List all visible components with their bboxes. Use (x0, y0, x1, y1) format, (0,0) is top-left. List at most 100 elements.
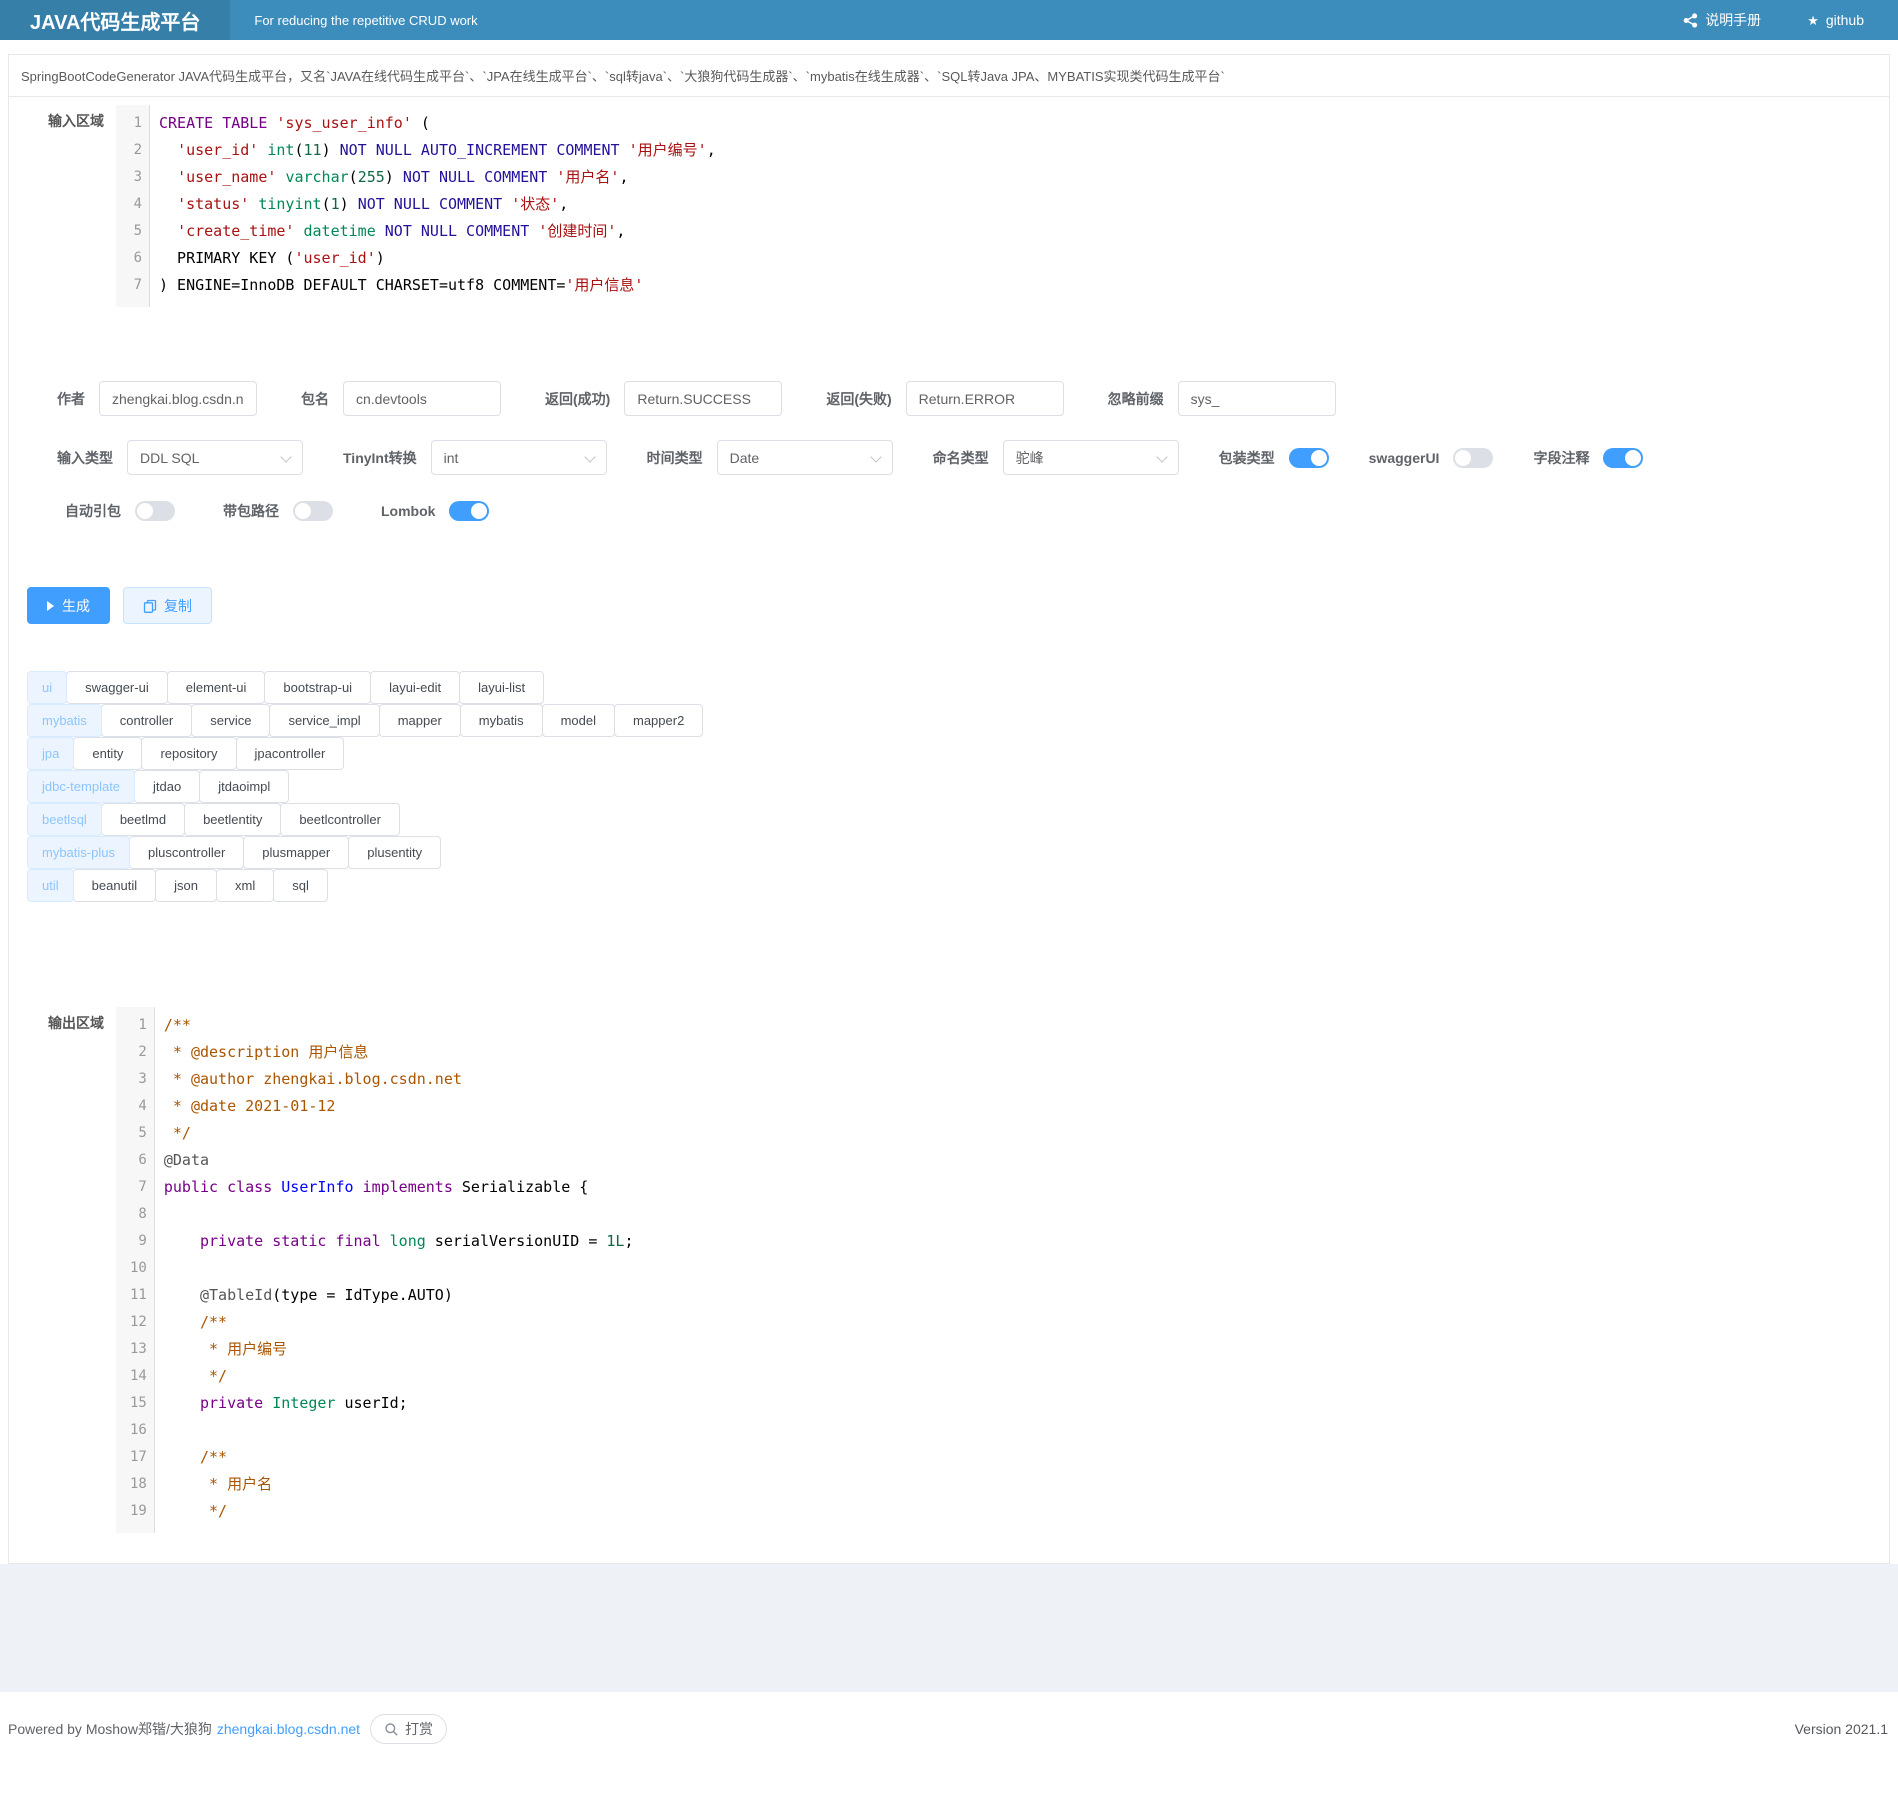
input-section: 输入区域 1234567 CREATE TABLE 'sys_user_info… (9, 97, 1889, 365)
auto-import-field: 自动引包 (65, 501, 175, 521)
line-number: 7 (130, 272, 142, 299)
tab-beetlmd[interactable]: beetlmd (101, 803, 185, 836)
time-type-select[interactable]: Date (717, 440, 893, 475)
input-line-gutter: 1234567 (116, 105, 150, 307)
tab-layui-edit[interactable]: layui-edit (370, 671, 460, 704)
auto-import-switch[interactable] (135, 501, 175, 521)
tab-jpacontroller[interactable]: jpacontroller (236, 737, 345, 770)
tab-xml[interactable]: xml (216, 869, 274, 902)
input-type-field: 输入类型DDL SQL (57, 440, 303, 475)
footer: Powered by Moshow郑锴/大狼狗 zhengkai.blog.cs… (0, 1692, 1898, 1799)
code-line: /** (164, 1444, 1863, 1471)
tab-pluscontroller[interactable]: pluscontroller (129, 836, 244, 869)
tab-plusmapper[interactable]: plusmapper (243, 836, 349, 869)
reward-button[interactable]: 打赏 (370, 1714, 447, 1744)
line-number: 11 (130, 1282, 147, 1309)
swagger-ui-switch[interactable] (1453, 448, 1493, 468)
chevron-down-icon (1156, 451, 1167, 462)
tab-beetlentity[interactable]: beetlentity (184, 803, 281, 836)
play-icon (47, 601, 54, 611)
tinyint-convert-select[interactable]: int (431, 440, 607, 475)
tab-element-ui[interactable]: element-ui (167, 671, 266, 704)
with-package-path-switch[interactable] (293, 501, 333, 521)
switches-row: 自动引包带包路径Lombok (57, 501, 1859, 521)
tab-group-beetlsql[interactable]: beetlsql (27, 803, 102, 836)
code-output-editor[interactable]: 12345678910111213141516171819 /** * @des… (116, 1007, 1873, 1533)
tab-plusentity[interactable]: plusentity (348, 836, 441, 869)
tab-controller[interactable]: controller (101, 704, 192, 737)
tab-row-ui: uiswagger-uielement-uibootstrap-uilayui-… (27, 671, 1871, 704)
time-type-field: 时间类型Date (647, 440, 893, 475)
options-form: 作者包名返回(成功)返回(失败)忽略前缀 输入类型DDL SQLTinyInt转… (9, 365, 1889, 561)
package-name-field: 包名 (301, 381, 501, 416)
code-line: private Integer userId; (164, 1390, 1863, 1417)
field-comment-switch[interactable] (1603, 448, 1643, 468)
tab-swagger-ui[interactable]: swagger-ui (66, 671, 168, 704)
tab-sql[interactable]: sql (273, 869, 328, 902)
tab-layui-list[interactable]: layui-list (459, 671, 544, 704)
tab-beetlcontroller[interactable]: beetlcontroller (280, 803, 400, 836)
chevron-down-icon (584, 451, 595, 462)
return-error-input[interactable] (906, 381, 1064, 416)
line-number: 8 (130, 1201, 147, 1228)
app-title: JAVA代码生成平台 (0, 0, 230, 40)
tab-group-jpa[interactable]: jpa (27, 737, 74, 770)
tab-entity[interactable]: entity (73, 737, 142, 770)
line-number: 19 (130, 1498, 147, 1525)
line-number: 15 (130, 1390, 147, 1417)
tab-jtdao[interactable]: jtdao (134, 770, 200, 803)
selects-row: 输入类型DDL SQLTinyInt转换int时间类型Date命名类型驼峰包装类… (57, 440, 1859, 475)
line-number: 2 (130, 137, 142, 164)
background-gap (0, 1564, 1898, 1692)
tab-mybatis[interactable]: mybatis (460, 704, 543, 737)
wrapper-type-switch[interactable] (1289, 448, 1329, 468)
code-line: @Data (164, 1147, 1863, 1174)
line-number: 13 (130, 1336, 147, 1363)
blog-link[interactable]: zhengkai.blog.csdn.net (217, 1721, 360, 1737)
code-line: 'user_name' varchar(255) NOT NULL COMMEN… (159, 164, 1863, 191)
swagger-ui-label: swaggerUI (1369, 450, 1440, 466)
tab-group-mybatis[interactable]: mybatis (27, 704, 102, 737)
tab-repository[interactable]: repository (141, 737, 236, 770)
switch-knob (471, 503, 487, 519)
code-line: 'user_id' int(11) NOT NULL AUTO_INCREMEN… (159, 137, 1863, 164)
tab-group-mybatis-plus[interactable]: mybatis-plus (27, 836, 130, 869)
sql-input-editor[interactable]: 1234567 CREATE TABLE 'sys_user_info' ( '… (116, 105, 1873, 307)
line-number: 4 (130, 191, 142, 218)
tab-jtdaoimpl[interactable]: jtdaoimpl (199, 770, 289, 803)
generate-button[interactable]: 生成 (27, 587, 110, 624)
output-code: /** * @description 用户信息 * @author zhengk… (155, 1007, 1873, 1533)
input-type-select[interactable]: DDL SQL (127, 440, 303, 475)
naming-type-select[interactable]: 驼峰 (1003, 440, 1179, 475)
tab-bootstrap-ui[interactable]: bootstrap-ui (264, 671, 371, 704)
return-success-input[interactable] (624, 381, 782, 416)
swagger-ui-field: swaggerUI (1369, 448, 1494, 468)
tab-beanutil[interactable]: beanutil (73, 869, 157, 902)
tab-group-jdbc-template[interactable]: jdbc-template (27, 770, 135, 803)
tab-group-ui[interactable]: ui (27, 671, 67, 704)
tab-mapper2[interactable]: mapper2 (614, 704, 703, 737)
ignore-prefix-input[interactable] (1178, 381, 1336, 416)
copy-button[interactable]: 复制 (123, 587, 212, 624)
tab-service[interactable]: service (191, 704, 270, 737)
package-name-input[interactable] (343, 381, 501, 416)
magnifier-icon (384, 1722, 399, 1737)
tab-group-util[interactable]: util (27, 869, 74, 902)
chevron-down-icon (280, 451, 291, 462)
line-number: 6 (130, 245, 142, 272)
tab-mapper[interactable]: mapper (379, 704, 461, 737)
lombok-label: Lombok (381, 503, 435, 519)
tab-model[interactable]: model (542, 704, 615, 737)
tinyint-convert-value: int (444, 450, 459, 466)
github-link[interactable]: ★ github (1807, 12, 1864, 28)
author-input[interactable] (99, 381, 257, 416)
manual-link-label: 说明手册 (1705, 10, 1761, 30)
line-number: 2 (130, 1039, 147, 1066)
lombok-switch[interactable] (449, 501, 489, 521)
version-text: Version 2021.1 (1795, 1721, 1888, 1737)
tab-service_impl[interactable]: service_impl (269, 704, 379, 737)
manual-link[interactable]: 说明手册 (1683, 10, 1761, 30)
tab-json[interactable]: json (155, 869, 217, 902)
code-line (164, 1255, 1863, 1282)
code-line: */ (164, 1120, 1863, 1147)
